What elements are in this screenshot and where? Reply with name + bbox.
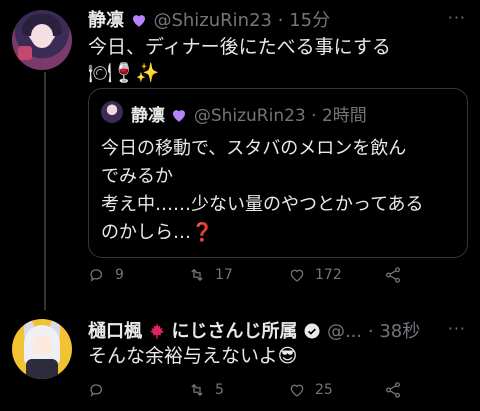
display-name[interactable]: 静凛 <box>88 10 124 31</box>
verified-badge-icon <box>304 323 320 339</box>
handle[interactable]: @... <box>327 321 362 342</box>
reply-button[interactable]: 9 <box>88 266 124 284</box>
like-count: 25 <box>315 382 333 398</box>
tweet-actions: 5 25 <box>88 381 418 407</box>
retweet-button[interactable]: 5 <box>188 381 224 399</box>
tweet-header: 静凛 @ShizuRin23 · 15分 <box>88 6 330 32</box>
heart-icon <box>290 384 304 397</box>
share-icon <box>385 267 401 283</box>
like-count: 172 <box>315 267 342 283</box>
avatar[interactable] <box>12 10 72 70</box>
reply-count: 9 <box>115 267 124 283</box>
question-mark-emoji: ❓ <box>191 222 214 243</box>
more-options-icon[interactable]: ··· <box>448 319 466 338</box>
reply-icon <box>90 384 103 397</box>
quote-line: 考え中……少ない量のやつとかってある <box>101 194 424 215</box>
quote-display-name: 静凛 <box>131 106 165 126</box>
quote-text: 今日の移動で、スタバのメロンを飲ん でみるか 考え中……少ない量のやつとかってあ… <box>101 135 424 247</box>
share-icon <box>385 382 401 398</box>
separator-dot: · <box>367 321 374 342</box>
retweet-count: 5 <box>215 382 224 398</box>
separator-dot: · <box>277 10 284 31</box>
sunglasses-emoji: 😎 <box>277 345 298 367</box>
retweet-icon <box>191 383 203 397</box>
retweet-button[interactable]: 17 <box>188 266 233 284</box>
reply-button[interactable] <box>88 381 115 399</box>
timestamp[interactable]: 38秒 <box>379 321 420 342</box>
reply-icon <box>90 269 103 282</box>
heart-icon <box>290 269 304 282</box>
retweet-icon <box>191 268 203 282</box>
quote-line: 今日の移動で、スタバのメロンを飲ん <box>101 138 407 159</box>
purple-heart-icon <box>132 15 145 27</box>
share-button[interactable] <box>384 381 402 399</box>
display-name[interactable]: 樋口楓 <box>88 321 142 342</box>
quote-handle: @ShizuRin23 <box>193 106 306 126</box>
purple-heart-icon <box>173 110 186 122</box>
quote-avatar[interactable] <box>101 101 123 123</box>
handle[interactable]: @ShizuRin23 <box>153 10 272 31</box>
tweet-higuchi[interactable]: 樋口楓 にじさんじ所属 @... · 38秒 ··· そんな余裕与えないよ😎 5… <box>0 305 480 411</box>
more-options-icon[interactable]: ··· <box>448 8 466 27</box>
quote-line: でみるか <box>101 166 173 187</box>
tweet-actions: 9 17 172 <box>88 266 418 292</box>
separator-dot: · <box>311 106 317 126</box>
maple-leaf-icon <box>149 323 164 339</box>
like-button[interactable]: 172 <box>288 266 342 284</box>
tweet-text: そんな余裕与えないよ😎 <box>88 341 297 372</box>
quote-timestamp: 2時間 <box>321 106 367 126</box>
quote-line: のかしら…❓ <box>101 222 214 243</box>
like-button[interactable]: 25 <box>288 381 333 399</box>
retweet-count: 17 <box>215 267 233 283</box>
share-button[interactable] <box>384 266 402 284</box>
quote-header: 静凛 @ShizuRin23 · 2時間 <box>131 101 367 126</box>
affiliation[interactable]: にじさんじ所属 <box>171 321 297 342</box>
quoted-tweet[interactable]: 静凛 @ShizuRin23 · 2時間 今日の移動で、スタバのメロンを飲ん で… <box>88 88 468 258</box>
timestamp[interactable]: 15分 <box>289 10 330 31</box>
thread-line <box>44 72 46 310</box>
tweet-shizurin[interactable]: 静凛 @ShizuRin23 · 15分 ··· 今日、ディナー後にたべる事にす… <box>0 0 480 310</box>
tweet-header: 樋口楓 にじさんじ所属 @... · 38秒 <box>88 317 420 343</box>
tweet-emoji-line: 🍽🍷✨ <box>88 62 160 84</box>
avatar[interactable] <box>12 319 72 379</box>
